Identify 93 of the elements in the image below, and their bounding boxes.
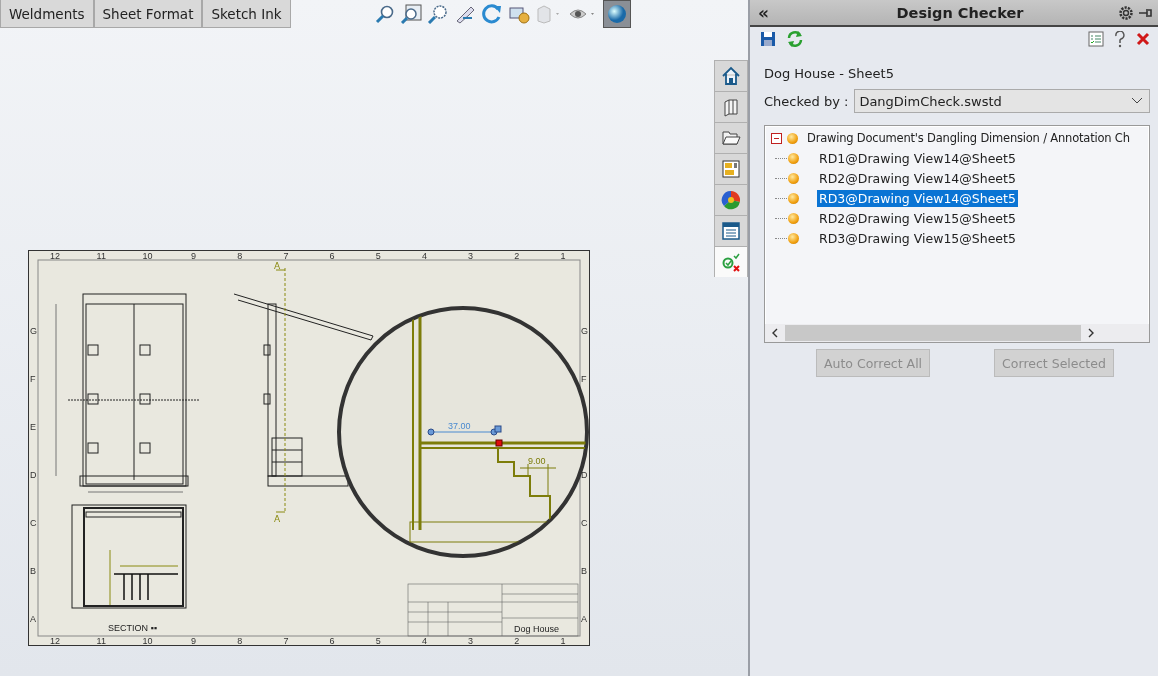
zone-label: 11	[96, 636, 106, 646]
zone-label: A	[581, 614, 587, 624]
zone-label: C	[581, 518, 588, 528]
zone-label: 7	[283, 250, 289, 261]
zoom-area-icon[interactable]	[426, 4, 449, 24]
zone-label: 4	[421, 250, 427, 261]
zone-label: 6	[329, 636, 335, 646]
section-mark: A	[274, 514, 281, 524]
zone-label: 8	[237, 636, 243, 646]
dimension-text: 37.00	[448, 421, 471, 431]
zone-label: 8	[237, 250, 243, 261]
zone-label: 5	[375, 636, 381, 646]
title-block-name: Dog House	[514, 624, 560, 634]
zone-label: 9	[191, 250, 197, 261]
zone-label: B	[581, 566, 587, 576]
zone-label: E	[30, 422, 36, 432]
command-tab[interactable]: Sketch Ink	[202, 0, 291, 28]
tree-item[interactable]: RD2@Drawing View14@Sheet5	[817, 169, 1018, 187]
zone-label: F	[30, 374, 36, 384]
section-title: SECTION ▪▪	[108, 623, 157, 633]
panel-title: Design Checker	[895, 4, 1025, 21]
zone-label: 1	[560, 250, 566, 261]
side-tab[interactable]	[714, 246, 748, 277]
side-tab[interactable]	[714, 60, 748, 91]
zone-label: 7	[283, 636, 289, 646]
warning-dot-icon	[788, 212, 799, 224]
zone-label: A	[30, 614, 36, 624]
command-tab[interactable]: Sheet Format	[93, 0, 203, 28]
close-icon[interactable]	[1136, 32, 1150, 46]
tree-item[interactable]: RD3@Drawing View14@Sheet5	[817, 189, 1018, 207]
zone-label: 12	[50, 250, 61, 261]
zone-label: 10	[142, 250, 153, 261]
zone-label: D	[581, 470, 588, 480]
zone-label: B	[30, 566, 36, 576]
scroll-thumb[interactable]	[785, 325, 1081, 341]
side-tab[interactable]	[714, 153, 748, 184]
side-tab[interactable]	[714, 215, 748, 246]
zone-label: 2	[514, 636, 520, 646]
checked-by-label: Checked by :	[764, 93, 849, 109]
color-wheel-icon	[721, 190, 741, 210]
rotate-icon[interactable]	[480, 3, 503, 25]
tree-item[interactable]: RD3@Drawing View15@Sheet5	[817, 229, 1018, 247]
zone-label: G	[30, 326, 37, 336]
zone-label: 5	[375, 250, 381, 261]
zone-label: 12	[50, 636, 61, 646]
zone-label: D	[30, 470, 37, 480]
warning-dot-icon	[787, 132, 798, 144]
folder-icon	[721, 128, 741, 148]
scroll-right-icon[interactable]	[1087, 328, 1095, 338]
tree-item[interactable]: RD1@Drawing View14@Sheet5	[817, 149, 1018, 167]
tree-item[interactable]: Drawing Document's Dangling Dimension / Annotation Ch	[805, 130, 1132, 146]
house-icon	[721, 66, 741, 86]
refresh-icon[interactable]	[786, 30, 804, 48]
list-icon	[721, 221, 741, 241]
check-cross-icon	[721, 252, 741, 272]
warning-dot-icon	[788, 152, 799, 164]
settings-icon[interactable]	[1118, 4, 1134, 21]
zone-label: 4	[421, 636, 427, 646]
zone-label: C	[30, 518, 37, 528]
collapse-button[interactable]: «	[758, 2, 782, 23]
layout-icon	[721, 159, 741, 179]
warning-dot-icon	[788, 232, 799, 244]
collapse-icon[interactable]	[771, 132, 782, 144]
standard-dropdown[interactable]: DangDimCheck.swstd	[854, 89, 1150, 113]
zone-label: 3	[468, 250, 474, 261]
zone-label: 3	[468, 636, 474, 646]
help-icon[interactable]	[1114, 30, 1126, 48]
side-tab[interactable]	[714, 184, 748, 215]
scroll-left-icon[interactable]	[771, 328, 779, 338]
save-icon[interactable]	[760, 31, 776, 47]
zone-label: G	[581, 326, 588, 336]
display-icon[interactable]	[507, 4, 530, 24]
zone-label: 10	[142, 636, 153, 646]
zone-label: F	[581, 374, 587, 384]
warning-dot-icon	[788, 192, 799, 204]
chevron-down-icon	[1131, 97, 1143, 105]
zoom-icon[interactable]	[374, 4, 395, 24]
books-icon	[721, 97, 741, 117]
zone-label: 11	[96, 250, 106, 261]
zoom-fit-icon[interactable]	[399, 4, 422, 24]
zone-label: 9	[191, 636, 197, 646]
side-tab[interactable]	[714, 122, 748, 153]
zone-label: 1	[560, 636, 566, 646]
zone-label: 6	[329, 250, 335, 261]
dimension-text: 9.00	[528, 456, 546, 466]
tree-item[interactable]: RD2@Drawing View15@Sheet5	[817, 209, 1018, 227]
document-name: Dog House - Sheet5	[764, 66, 895, 81]
checklist-icon[interactable]	[1088, 31, 1104, 47]
section-mark: A	[274, 261, 281, 271]
command-tab[interactable]: Weldments	[0, 0, 94, 28]
appearance-button[interactable]	[602, 0, 631, 28]
zone-label: 2	[514, 250, 520, 261]
warning-dot-icon	[788, 172, 799, 184]
